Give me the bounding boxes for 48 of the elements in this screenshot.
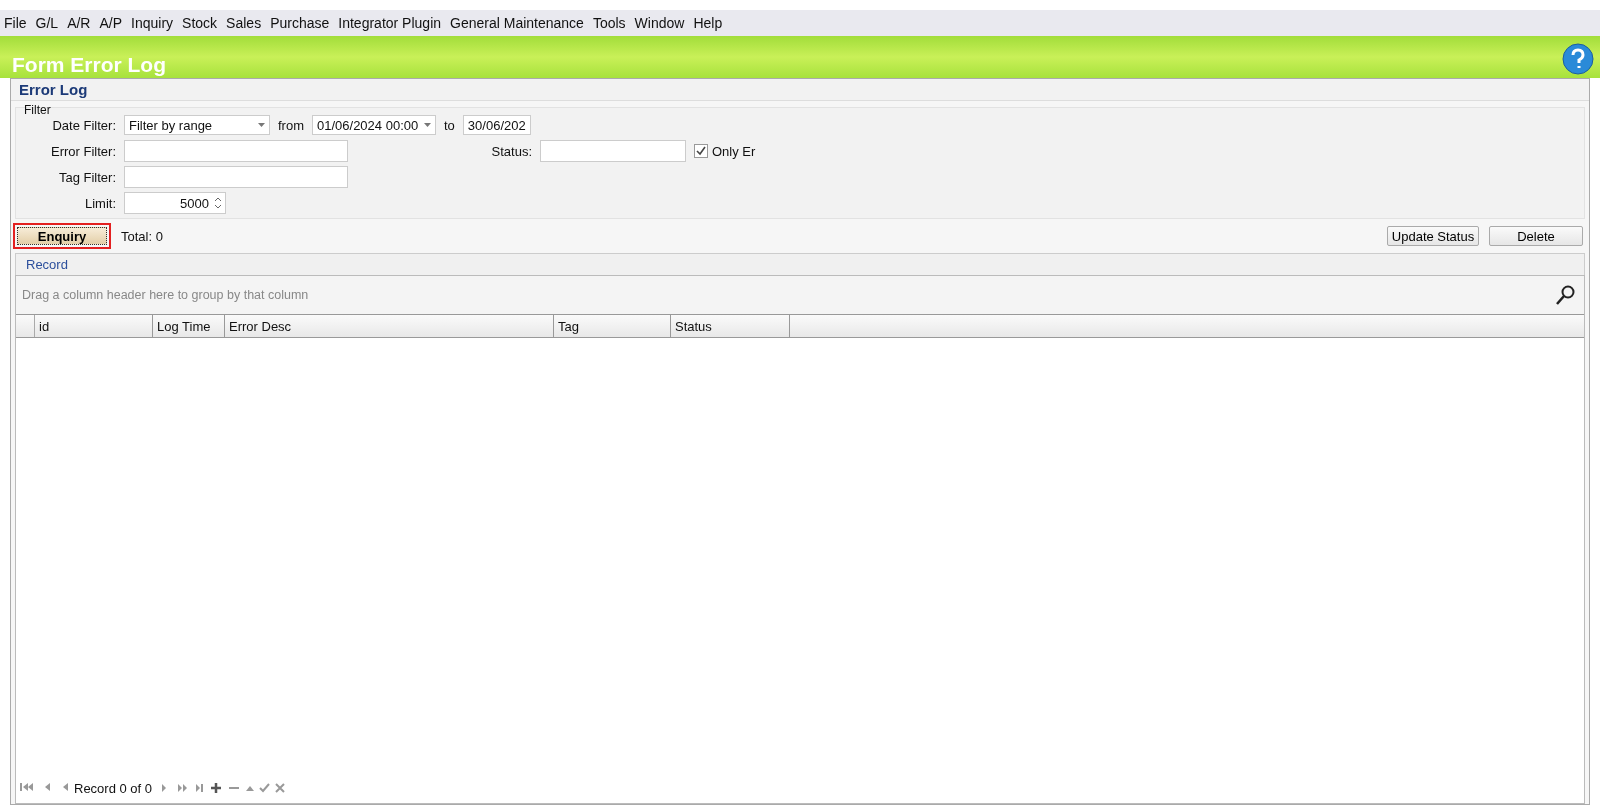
from-date-field[interactable]: 01/06/2024 00:00 xyxy=(312,115,436,135)
to-date-field[interactable]: 30/06/202 xyxy=(462,115,531,135)
column-header[interactable]: Log Time xyxy=(153,315,225,337)
column-header[interactable]: Error Desc xyxy=(225,315,554,337)
menu-item[interactable]: Inquiry xyxy=(131,15,174,31)
menu-item[interactable]: File xyxy=(4,15,27,31)
help-icon[interactable] xyxy=(1562,43,1594,75)
group-by-hint: Drag a column header here to group by that column xyxy=(22,288,309,302)
menu-item[interactable]: A/R xyxy=(67,15,91,31)
only-errors-checkbox[interactable]: Only Er xyxy=(694,143,756,159)
field-label: Limit: xyxy=(83,195,116,211)
menu-item[interactable]: General Maintenance xyxy=(450,15,584,31)
menu-item[interactable]: Stock xyxy=(182,15,218,31)
record-tab[interactable]: Record xyxy=(15,253,1585,275)
menu-item[interactable]: Sales xyxy=(226,15,262,31)
delete-button[interactable]: Delete xyxy=(1489,226,1583,246)
menu-item[interactable]: Integrator Plugin xyxy=(338,15,442,31)
field-label: Status: xyxy=(490,143,532,159)
field-label: Error Filter: xyxy=(50,143,116,159)
field-label: Tag Filter: xyxy=(57,169,116,185)
caret-icon xyxy=(424,123,431,127)
enquiry-button[interactable]: Enquiry xyxy=(17,227,107,245)
spin-arrows-icon[interactable] xyxy=(215,197,221,209)
date-filter-dropdown[interactable]: Filter by range xyxy=(124,115,270,135)
error-filter-input[interactable] xyxy=(124,140,348,162)
menu-item[interactable]: G/L xyxy=(35,15,59,31)
update-status-button[interactable]: Update Status xyxy=(1387,226,1479,246)
column-header[interactable]: id xyxy=(35,315,153,337)
form-title: Form Error Log xyxy=(12,52,166,78)
panel-title: Error Log xyxy=(11,79,1589,101)
menu-item[interactable]: Purchase xyxy=(270,15,330,31)
column-header[interactable]: Tag xyxy=(554,315,671,337)
group-legend: Filter xyxy=(24,103,51,117)
field-label: to xyxy=(444,117,455,133)
total-count: Total: 0 xyxy=(121,228,163,244)
field-label: Date Filter: xyxy=(51,117,116,133)
field-label: from xyxy=(278,117,304,133)
menu-item[interactable]: A/P xyxy=(99,15,123,31)
menu-item[interactable]: Help xyxy=(693,15,723,31)
status-input[interactable] xyxy=(540,140,686,162)
tag-filter-input[interactable] xyxy=(124,166,348,188)
search-icon[interactable] xyxy=(1554,284,1576,306)
checkbox[interactable] xyxy=(694,144,708,158)
menu-item[interactable]: Tools xyxy=(592,15,626,31)
column-header[interactable]: Status xyxy=(671,315,790,337)
limit-spinner[interactable]: 5000 xyxy=(124,192,226,214)
caret-icon xyxy=(258,123,265,127)
menu-item[interactable]: Window xyxy=(634,15,685,31)
